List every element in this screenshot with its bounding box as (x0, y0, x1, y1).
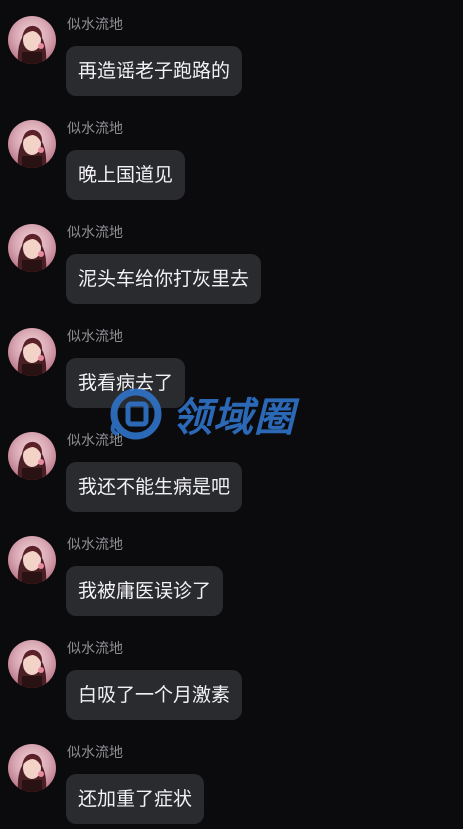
message-row: 似水流地 晚上国道见 (0, 104, 463, 204)
avatar-portrait-image (17, 129, 47, 168)
avatar-portrait-image (17, 25, 47, 64)
avatar[interactable] (8, 536, 56, 584)
watermark: 领域圈 (108, 386, 295, 442)
sender-name: 似水流地 (67, 537, 123, 553)
avatar[interactable] (8, 16, 56, 64)
message-row: 似水流地 泥头车给你打灰里去 (0, 208, 463, 308)
message-bubble[interactable]: 晚上国道见 (66, 150, 186, 200)
sender-name: 似水流地 (67, 17, 123, 33)
watermark-text: 领域圈 (172, 395, 295, 441)
avatar[interactable] (8, 744, 56, 792)
message-row: 似水流地 我被庸医误诊了 (0, 520, 463, 620)
message-bubble[interactable]: 还加重了症状 (66, 774, 205, 824)
avatar-portrait-image (17, 441, 47, 480)
message-row: 似水流地 白吸了一个月激素 (0, 624, 463, 724)
avatar-portrait-image (17, 337, 47, 376)
avatar-portrait-image (17, 649, 47, 688)
avatar[interactable] (8, 328, 56, 376)
avatar-portrait-image (17, 545, 47, 584)
watermark-logo-icon (110, 388, 162, 440)
message-bubble[interactable]: 白吸了一个月激素 (66, 670, 243, 720)
sender-name: 似水流地 (67, 329, 123, 345)
avatar-portrait-image (17, 753, 47, 792)
avatar[interactable] (8, 224, 56, 272)
avatar[interactable] (8, 432, 56, 480)
message-bubble[interactable]: 泥头车给你打灰里去 (66, 254, 262, 304)
sender-name: 似水流地 (67, 121, 123, 137)
message-bubble[interactable]: 再造谣老子跑路的 (66, 46, 243, 96)
sender-name: 似水流地 (67, 745, 123, 761)
message-bubble[interactable]: 我被庸医误诊了 (66, 566, 224, 616)
sender-name: 似水流地 (67, 641, 123, 657)
sender-name: 似水流地 (67, 225, 123, 241)
message-row: 似水流地 再造谣老子跑路的 (0, 0, 463, 100)
avatar-portrait-image (17, 233, 47, 272)
avatar[interactable] (8, 640, 56, 688)
message-row: 似水流地 还加重了症状 (0, 728, 463, 828)
avatar[interactable] (8, 120, 56, 168)
message-bubble[interactable]: 我还不能生病是吧 (66, 462, 243, 512)
